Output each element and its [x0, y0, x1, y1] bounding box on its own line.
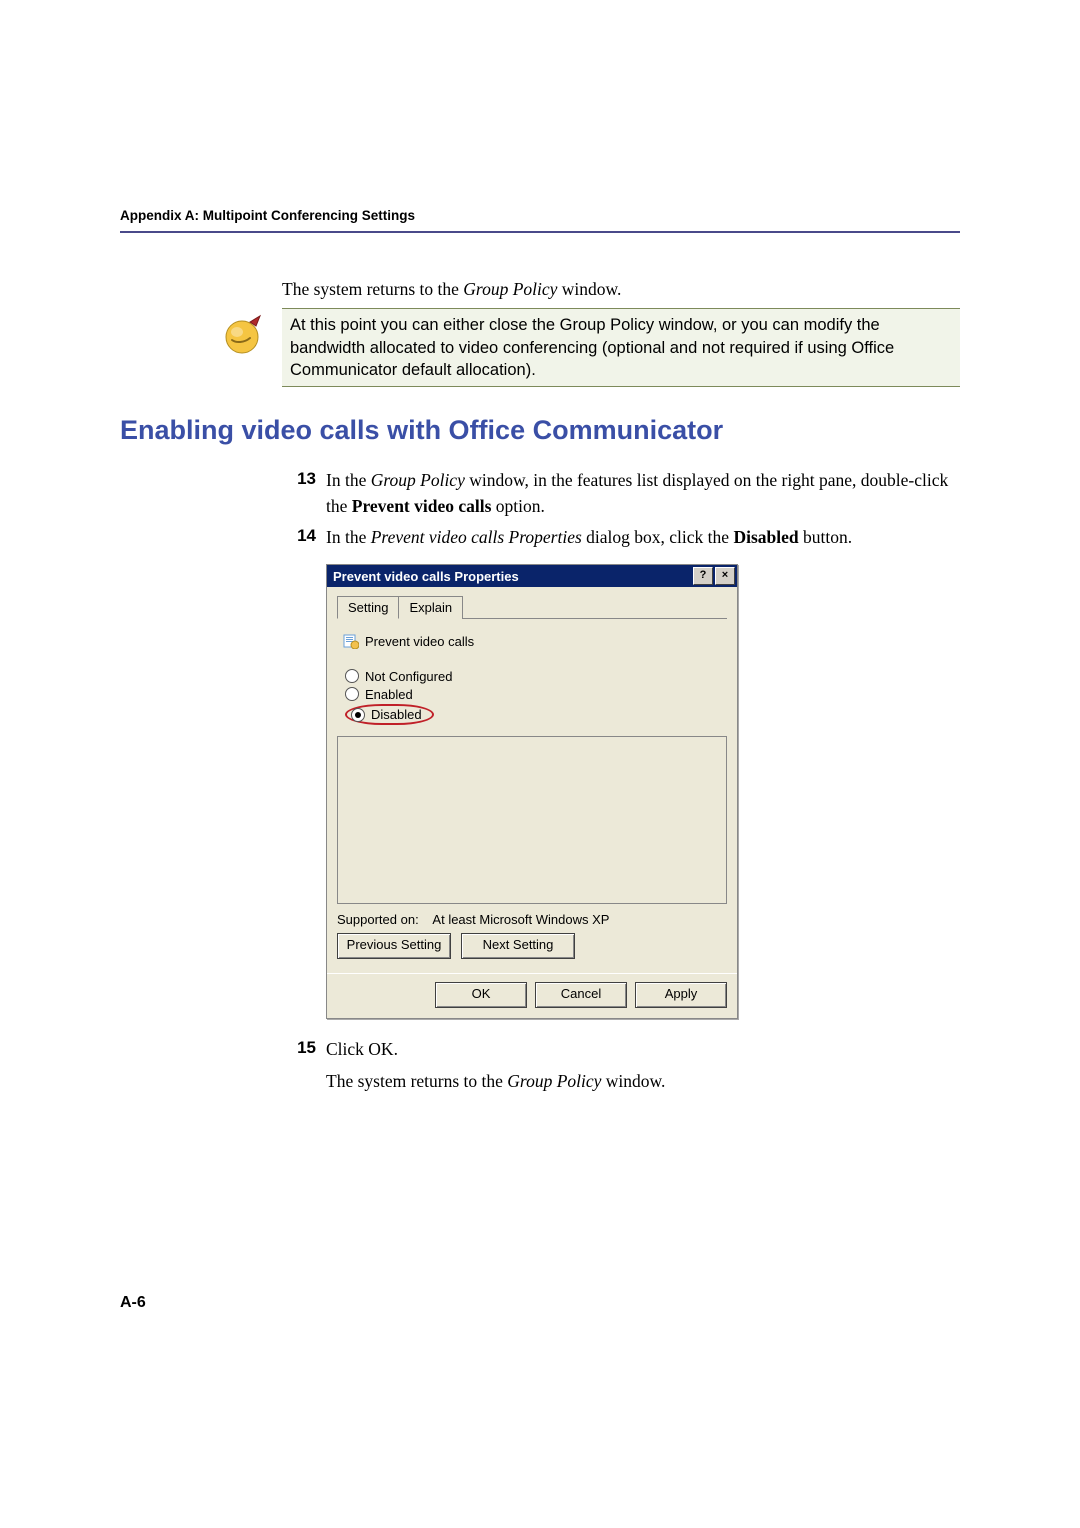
document-page: Appendix A: Multipoint Conferencing Sett… — [0, 0, 1080, 1372]
text-bold: Disabled — [733, 527, 798, 547]
radio-disabled[interactable] — [351, 708, 365, 722]
text-italic: Group Policy — [371, 470, 465, 490]
step-14: 14 In the Prevent video calls Properties… — [282, 525, 960, 550]
supported-label: Supported on: — [337, 912, 419, 927]
text: window. — [601, 1071, 665, 1091]
policy-icon — [343, 633, 359, 649]
highlight-oval: Disabled — [345, 704, 434, 725]
text: Click OK. — [326, 1039, 398, 1059]
radio-label: Disabled — [371, 707, 422, 722]
step-13: 13 In the Group Policy window, in the fe… — [282, 468, 960, 519]
intro-paragraph: The system returns to the Group Policy w… — [282, 277, 960, 302]
radio-icon — [345, 687, 359, 701]
steps-column: 13 In the Group Policy window, in the fe… — [282, 468, 960, 1094]
supported-on-row: Supported on: At least Microsoft Windows… — [337, 912, 727, 927]
radio-label: Not Configured — [365, 669, 452, 684]
text: In the — [326, 470, 371, 490]
dialog-title: Prevent video calls Properties — [333, 569, 519, 584]
text: In the — [326, 527, 371, 547]
dialog-titlebar: Prevent video calls Properties ? × — [327, 565, 737, 587]
radio-group: Not Configured Enabled Disabled — [345, 667, 727, 726]
nav-button-row: Previous Setting Next Setting — [337, 933, 727, 959]
text: button. — [799, 527, 852, 547]
intro-italic: Group Policy — [463, 279, 557, 299]
page-number: A-6 — [120, 1294, 960, 1312]
cancel-button[interactable]: Cancel — [535, 982, 627, 1008]
radio-not-configured[interactable]: Not Configured — [345, 667, 727, 685]
titlebar-buttons: ? × — [693, 567, 735, 585]
options-panel — [337, 736, 727, 904]
highlighted-radio-wrap: Disabled — [345, 703, 727, 726]
intro-text-after: window. — [557, 279, 621, 299]
step-body: Click OK. — [326, 1037, 960, 1062]
note-icon — [220, 312, 264, 356]
closing-paragraph: The system returns to the Group Policy w… — [326, 1069, 960, 1094]
tab-explain[interactable]: Explain — [398, 596, 463, 619]
tab-setting[interactable]: Setting — [337, 596, 399, 619]
next-setting-button[interactable]: Next Setting — [461, 933, 575, 959]
step-body: In the Group Policy window, in the featu… — [326, 468, 960, 519]
step-number: 13 — [282, 468, 326, 519]
note-row: At this point you can either close the G… — [220, 308, 960, 387]
step-body: In the Prevent video calls Properties di… — [326, 525, 960, 550]
body-column: The system returns to the Group Policy w… — [282, 277, 960, 302]
text: dialog box, click the — [582, 527, 734, 547]
step-number: 14 — [282, 525, 326, 550]
intro-text: The system returns to the — [282, 279, 463, 299]
text-bold: Prevent video calls — [352, 496, 492, 516]
text: option. — [491, 496, 544, 516]
radio-icon — [345, 669, 359, 683]
section-heading: Enabling video calls with Office Communi… — [120, 415, 960, 446]
supported-value: At least Microsoft Windows XP — [432, 912, 609, 927]
dialog-footer: OK Cancel Apply — [327, 973, 737, 1018]
previous-setting-button[interactable]: Previous Setting — [337, 933, 451, 959]
close-button[interactable]: × — [715, 567, 735, 585]
step-number: 15 — [282, 1037, 326, 1062]
radio-label: Enabled — [365, 687, 413, 702]
text: The system returns to the — [326, 1071, 507, 1091]
help-button[interactable]: ? — [693, 567, 713, 585]
policy-title-row: Prevent video calls — [343, 633, 727, 649]
text-italic: Group Policy — [507, 1071, 601, 1091]
text-italic: Prevent video calls Properties — [371, 527, 582, 547]
dialog-screenshot: Prevent video calls Properties ? × Setti… — [326, 564, 960, 1019]
running-header: Appendix A: Multipoint Conferencing Sett… — [120, 208, 960, 233]
apply-button[interactable]: Apply — [635, 982, 727, 1008]
step-15: 15 Click OK. — [282, 1037, 960, 1062]
policy-label: Prevent video calls — [365, 634, 474, 649]
dialog-body: Setting Explain — [327, 587, 737, 973]
ok-button[interactable]: OK — [435, 982, 527, 1008]
note-box: At this point you can either close the G… — [282, 308, 960, 387]
properties-dialog: Prevent video calls Properties ? × Setti… — [326, 564, 738, 1019]
tab-strip: Setting Explain — [337, 595, 727, 619]
radio-enabled[interactable]: Enabled — [345, 685, 727, 703]
